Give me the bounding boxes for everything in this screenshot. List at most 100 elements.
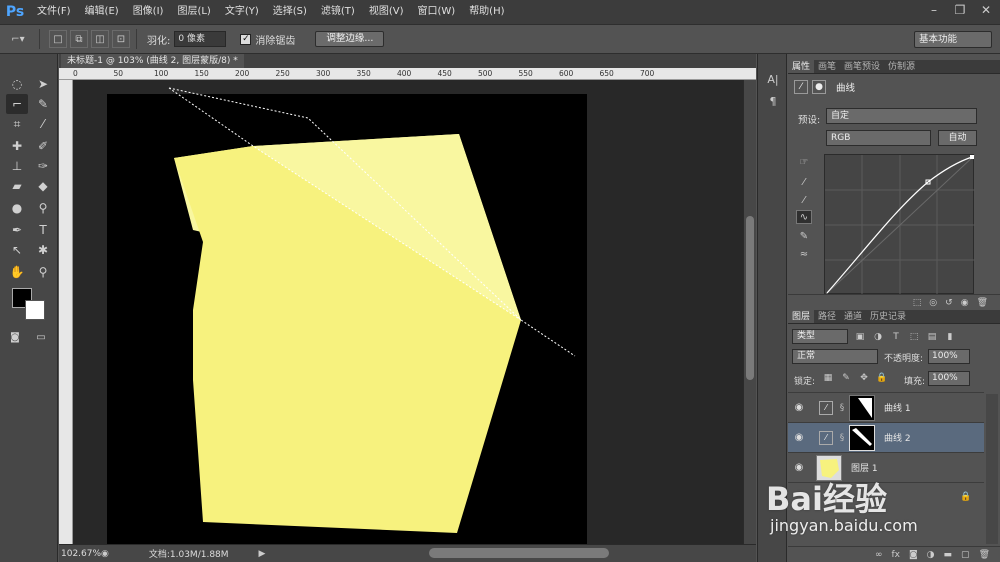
link-layers-icon[interactable]: ∞	[875, 550, 883, 560]
lock-transparency-icon[interactable]: ▦	[822, 373, 834, 385]
menu-type[interactable]: 文字(Y)	[218, 0, 266, 24]
lock-all-icon[interactable]: 🔒	[876, 373, 888, 385]
menu-file[interactable]: 文件(F)	[30, 0, 78, 24]
pencil-draw-icon[interactable]: ✎	[796, 230, 812, 244]
new-group-icon[interactable]: ▬	[944, 550, 953, 560]
tab-brush[interactable]: 画笔	[814, 60, 840, 73]
layer-style-icon[interactable]: fx	[891, 550, 900, 560]
status-arrow-icon[interactable]: ▶	[259, 549, 266, 559]
stamp-tool-icon[interactable]: ⊥	[6, 156, 28, 176]
paint-bucket-tool-icon[interactable]: ◆	[32, 176, 54, 196]
move-tool-icon[interactable]: ➤	[32, 74, 54, 94]
layer-name[interactable]: 曲线 2	[884, 431, 911, 444]
paragraph-panel-icon[interactable]: ¶	[765, 94, 781, 110]
menu-image[interactable]: 图像(I)	[126, 0, 171, 24]
horizontal-scroll-thumb[interactable]	[429, 548, 609, 558]
lock-pixels-icon[interactable]: ✎	[840, 373, 852, 385]
channel-select[interactable]: RGB	[826, 130, 931, 146]
brush-tool-icon[interactable]: ✐	[32, 136, 54, 156]
smooth-curve-icon[interactable]: ≈	[796, 248, 812, 262]
intersect-selection-icon[interactable]: ⊡	[112, 30, 130, 48]
link-icon[interactable]: §	[837, 403, 847, 413]
tab-properties[interactable]: 属性	[788, 60, 815, 73]
custom-shape-tool-icon[interactable]: ✱	[32, 240, 54, 260]
menu-view[interactable]: 视图(V)	[362, 0, 411, 24]
status-menu-icon[interactable]: ◉	[101, 549, 109, 559]
menu-help[interactable]: 帮助(H)	[462, 0, 511, 24]
minimize-icon[interactable]: –	[926, 2, 942, 18]
target-adjust-icon[interactable]: ☞	[796, 156, 812, 170]
tab-channels[interactable]: 通道	[840, 310, 866, 323]
zoom-level[interactable]: 102.67%	[59, 549, 101, 559]
polygonal-lasso-preset-icon[interactable]: ⌐▾	[3, 30, 33, 48]
quick-select-tool-icon[interactable]: ✎	[32, 94, 54, 114]
feather-input[interactable]: 0 像素	[174, 31, 227, 47]
curves-graph[interactable]	[824, 154, 976, 296]
visibility-toggle-icon[interactable]: ◉	[961, 298, 969, 308]
subtract-selection-icon[interactable]: ◫	[91, 30, 109, 48]
path-select-tool-icon[interactable]: ↖	[6, 240, 28, 260]
dodge-tool-icon[interactable]: ⚲	[32, 198, 54, 218]
view-previous-icon[interactable]: ◎	[929, 298, 937, 308]
clip-to-layer-icon[interactable]: ⬚	[913, 298, 922, 308]
eraser-tool-icon[interactable]: ▰	[6, 176, 28, 196]
reset-icon[interactable]: ↺	[945, 298, 953, 308]
new-layer-icon[interactable]: ▢	[961, 550, 970, 560]
black-point-eyedropper-icon[interactable]: ⁄	[796, 176, 812, 190]
tab-brush-presets[interactable]: 画笔预设	[840, 60, 884, 73]
adjustment-filter-icon[interactable]: ◑	[872, 331, 884, 343]
pixel-filter-icon[interactable]: ▣	[854, 331, 866, 343]
pen-tool-icon[interactable]: ✒	[6, 220, 28, 240]
tab-clone-source[interactable]: 仿制源	[884, 60, 919, 73]
preset-select[interactable]: 自定	[826, 108, 977, 124]
auto-button[interactable]: 自动	[938, 130, 977, 146]
layer-mask-thumbnail[interactable]	[849, 394, 875, 421]
history-brush-tool-icon[interactable]: ✑	[32, 156, 54, 176]
menu-window[interactable]: 窗口(W)	[410, 0, 462, 24]
canvas-area[interactable]	[73, 80, 743, 544]
eyedropper-tool-icon[interactable]: ⁄	[32, 114, 54, 134]
eye-icon[interactable]: ◉	[788, 432, 810, 443]
screen-mode-icon[interactable]: ▭	[30, 328, 52, 348]
add-selection-icon[interactable]: ⧉	[70, 30, 88, 48]
workspace-select[interactable]: 基本功能	[914, 31, 992, 48]
menu-filter[interactable]: 滤镜(T)	[314, 0, 362, 24]
blur-tool-icon[interactable]: ●	[6, 198, 28, 218]
layer-row[interactable]: ◉ ⁄ § 曲线 1	[788, 392, 984, 422]
layer-kind-select[interactable]: 类型	[792, 329, 848, 344]
refine-edge-button[interactable]: 调整边缘...	[315, 31, 385, 47]
tab-history[interactable]: 历史记录	[866, 310, 910, 323]
filter-toggle-icon[interactable]: ▮	[944, 331, 956, 343]
shape-filter-icon[interactable]: ⬚	[908, 331, 920, 343]
curve-point-icon[interactable]: ∿	[796, 210, 812, 224]
lock-position-icon[interactable]: ✥	[858, 373, 870, 385]
layer-row-selected[interactable]: ◉ ⁄ § 曲线 2	[788, 422, 984, 452]
mask-icon[interactable]: ●	[812, 80, 826, 94]
menu-layer[interactable]: 图层(L)	[170, 0, 217, 24]
restore-icon[interactable]: ❐	[952, 2, 968, 18]
healing-tool-icon[interactable]: ✚	[6, 136, 28, 156]
layer-mask-thumbnail[interactable]	[849, 424, 875, 451]
gray-point-eyedropper-icon[interactable]: ⁄	[796, 194, 812, 208]
tab-layers[interactable]: 图层	[788, 310, 815, 323]
opacity-input[interactable]: 100%	[928, 349, 970, 364]
antialias-checkbox[interactable]: ✓	[240, 33, 252, 45]
quick-mask-icon[interactable]: ◙	[4, 328, 26, 348]
type-filter-icon[interactable]: T	[890, 331, 902, 343]
crop-tool-icon[interactable]: ⌗	[6, 114, 28, 134]
delete-icon[interactable]: 🗑	[977, 298, 988, 308]
hand-tool-icon[interactable]: ✋	[6, 262, 28, 282]
new-adjustment-icon[interactable]: ◑	[927, 550, 935, 560]
add-mask-icon[interactable]: ◙	[909, 550, 918, 560]
layers-scrollbar[interactable]	[986, 394, 998, 544]
document-tab[interactable]: 未标题-1 @ 103% (曲线 2, 图层蒙版/8) *	[61, 54, 244, 68]
marquee-tool-icon[interactable]: ◌	[6, 74, 28, 94]
tab-paths[interactable]: 路径	[814, 310, 840, 323]
delete-layer-icon[interactable]: 🗑	[979, 550, 990, 560]
smart-object-filter-icon[interactable]: ▤	[926, 331, 938, 343]
fill-input[interactable]: 100%	[928, 371, 970, 386]
layer-name[interactable]: 曲线 1	[884, 401, 911, 414]
layer-name[interactable]: 图层 1	[851, 461, 878, 474]
background-color-swatch[interactable]	[25, 300, 45, 320]
menu-select[interactable]: 选择(S)	[266, 0, 314, 24]
